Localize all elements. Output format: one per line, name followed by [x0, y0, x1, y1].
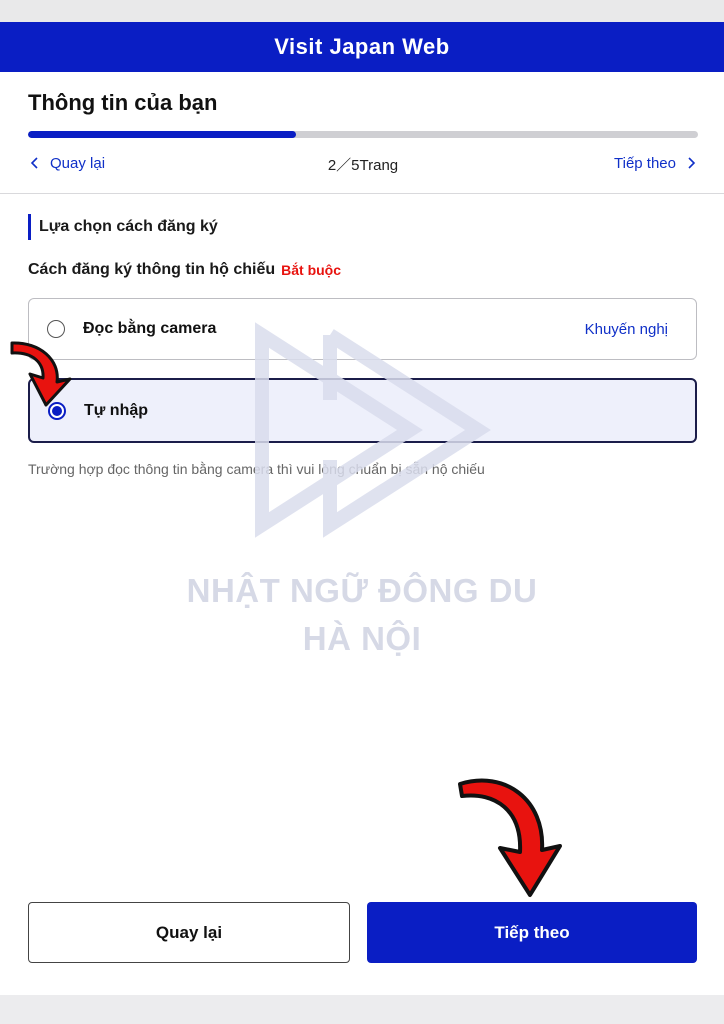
progress-bar — [28, 131, 698, 138]
nav-back-label: Quay lại — [50, 154, 106, 172]
site-header: Visit Japan Web — [0, 22, 724, 72]
option-manual[interactable]: Tự nhập — [28, 378, 697, 443]
radio-selected-dot — [52, 405, 62, 416]
chevron-left-icon — [30, 157, 38, 169]
option-camera[interactable]: Đọc bằng camera Khuyến nghị — [28, 298, 697, 360]
option-manual-label: Tự nhập — [84, 401, 149, 419]
next-button[interactable]: Tiếp theo — [367, 902, 697, 963]
radio-camera[interactable] — [47, 320, 65, 338]
nav-back-link[interactable]: Quay lại — [28, 155, 105, 172]
page-title: Thông tin của bạn — [28, 90, 218, 115]
required-badge: Bắt buộc — [281, 262, 342, 278]
chevron-right-icon — [688, 157, 696, 169]
bottom-bar — [0, 995, 724, 1024]
nav-next-link[interactable]: Tiếp theo — [614, 155, 698, 172]
radio-manual[interactable] — [48, 401, 66, 420]
progress-fill — [28, 131, 296, 138]
section-heading: Lựa chọn cách đăng ký — [28, 214, 218, 240]
watermark-line1: NHẬT NGỮ ĐÔNG DU — [186, 572, 538, 609]
nav-next-label: Tiếp theo — [614, 154, 676, 172]
arrow-down-icon — [458, 778, 562, 897]
back-button[interactable]: Quay lại — [28, 902, 350, 963]
watermark-line2: HÀ NỘI — [302, 620, 422, 657]
step-navigation: Quay lại 2／5Trang Tiếp theo — [28, 150, 698, 176]
help-note: Trường hợp đọc thông tin bằng camera thì… — [28, 461, 485, 477]
field-label-text: Cách đăng ký thông tin hộ chiếu — [28, 261, 276, 278]
top-bar — [0, 0, 724, 22]
site-title: Visit Japan Web — [274, 34, 450, 59]
option-camera-label: Đọc bằng camera — [83, 320, 217, 337]
divider — [0, 193, 724, 194]
recommended-badge: Khuyến nghị — [584, 320, 668, 338]
page-indicator: 2／5Trang — [327, 157, 399, 174]
field-label: Cách đăng ký thông tin hộ chiếu Bắt buộc — [28, 261, 341, 279]
